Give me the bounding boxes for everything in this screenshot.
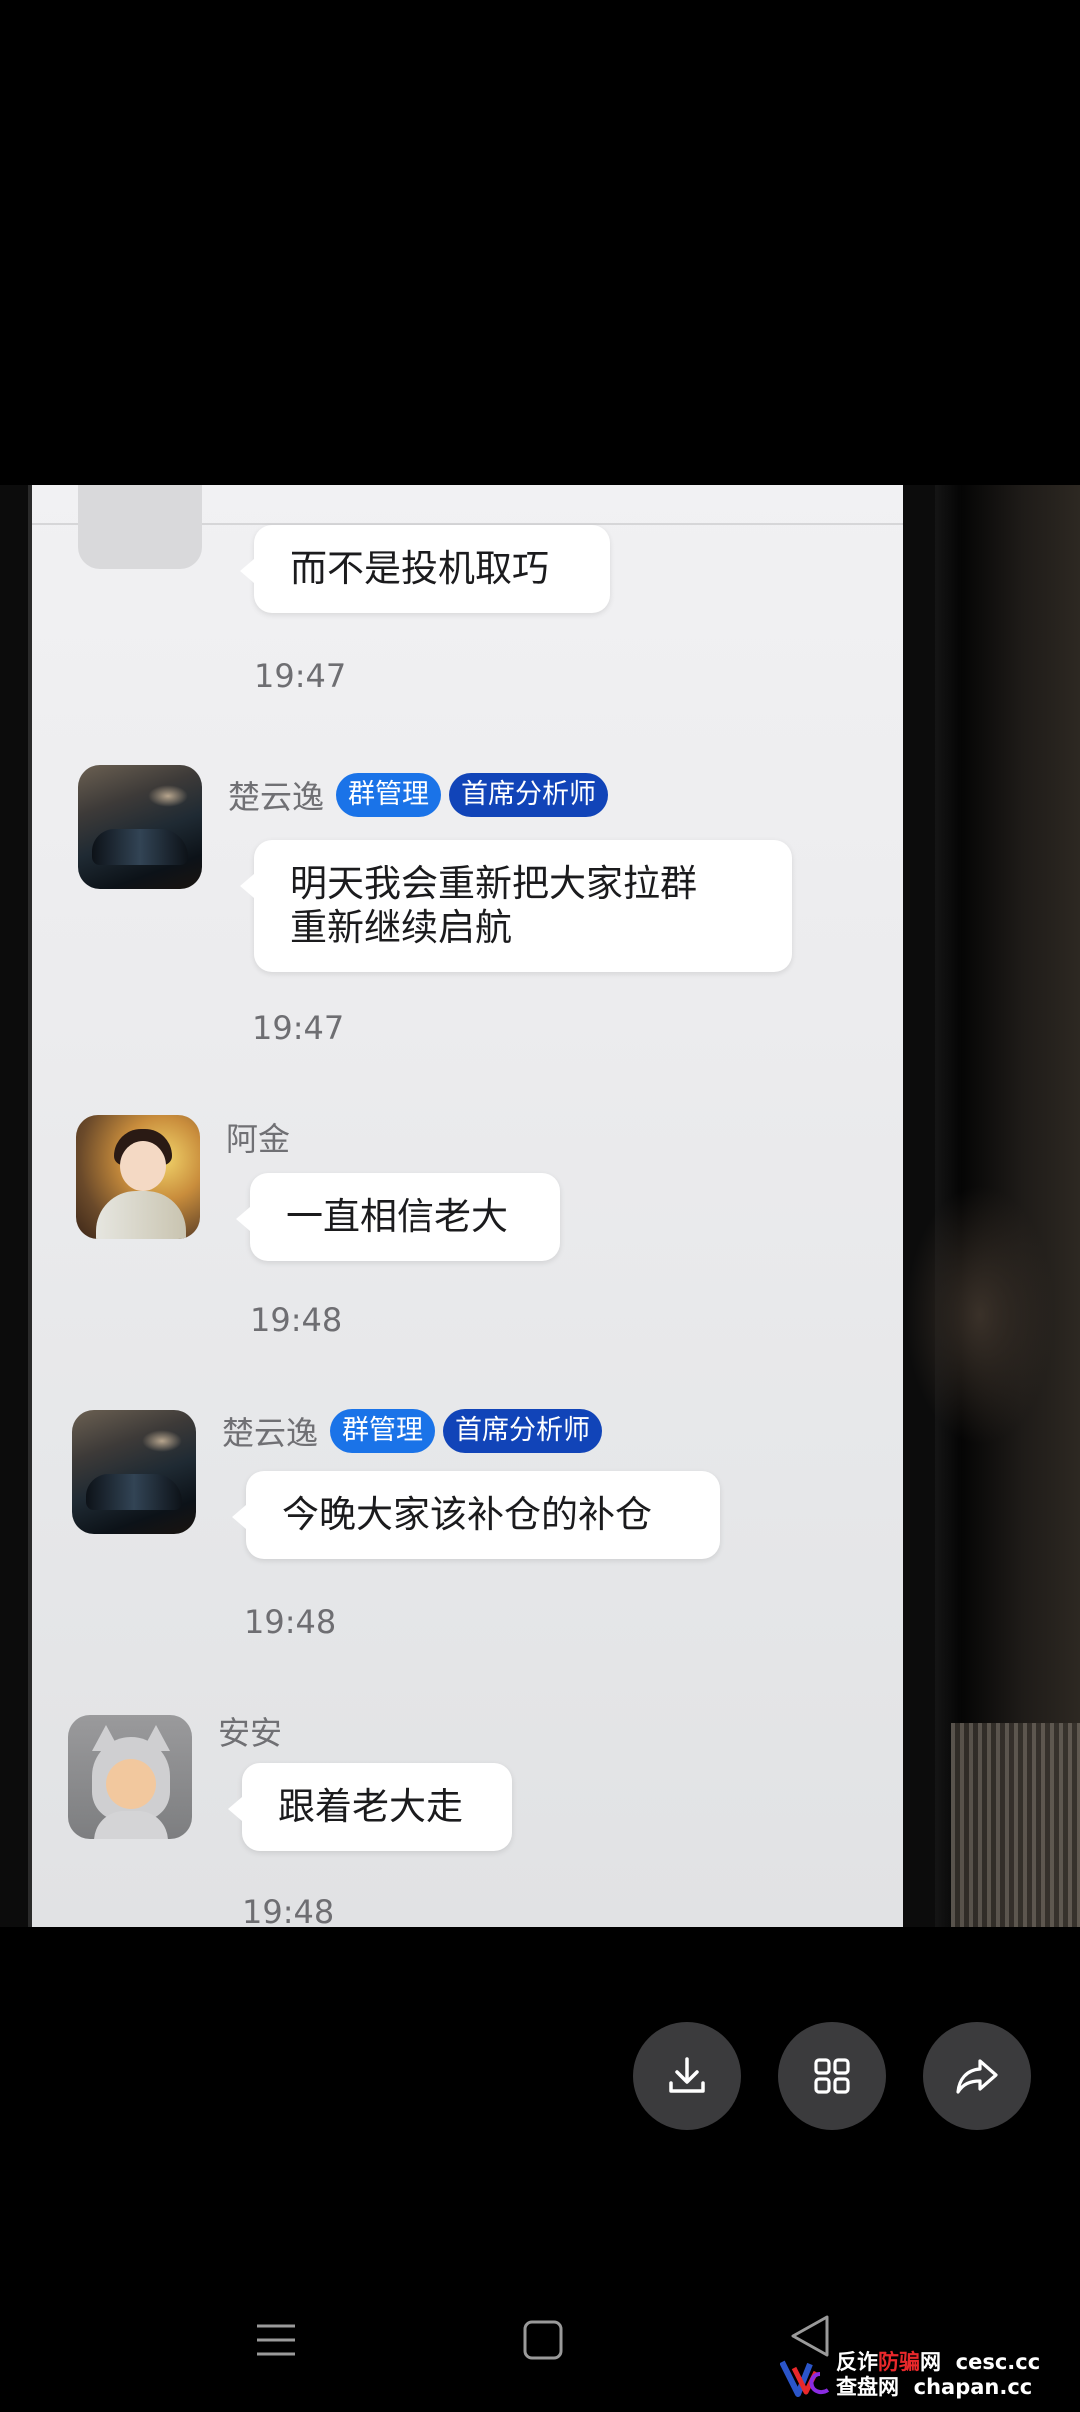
download-icon xyxy=(669,2057,705,2093)
role-badge-admin: 群管理 xyxy=(336,773,442,817)
girl-avatar xyxy=(76,1115,200,1239)
sender-name: 楚云逸 xyxy=(228,778,325,816)
sender-row: 楚云逸 群管理 首席分析师 xyxy=(222,1407,603,1455)
avatar-detail xyxy=(106,1759,156,1809)
message-time: 19:48 xyxy=(244,1603,337,1641)
photo-viewer-image: 而不是投机取巧 19:47 楚云逸 群管理 首席分析师 明天我会重新把大家拉群 … xyxy=(0,485,1080,1927)
download-button[interactable] xyxy=(633,2022,741,2130)
message-time: 19:47 xyxy=(254,657,347,695)
message-line: 一直相信老大 xyxy=(286,1195,508,1238)
role-badge-analyst: 首席分析师 xyxy=(449,773,609,817)
avatar-detail xyxy=(142,1430,182,1452)
avatar-detail xyxy=(86,1474,182,1510)
menu-icon xyxy=(257,2324,295,2356)
share-icon xyxy=(956,2059,998,2094)
sender-row: 安安 xyxy=(218,1707,286,1755)
cat-hood-avatar xyxy=(68,1715,192,1839)
watermark: 反诈防骗网 cesc.cc 查盘网 chapan.cc xyxy=(780,2350,1080,2405)
nav-menu-button[interactable] xyxy=(246,2310,306,2370)
avatar-detail xyxy=(96,1191,186,1239)
car-avatar xyxy=(72,1410,196,1534)
message-bubble: 而不是投机取巧 xyxy=(240,525,610,613)
role-badge-admin: 群管理 xyxy=(330,1409,436,1453)
message-time: 19:47 xyxy=(252,1009,345,1047)
message-bubble: 今晚大家该补仓的补仓 xyxy=(232,1471,720,1559)
message-line: 而不是投机取巧 xyxy=(290,547,549,590)
background-vent xyxy=(951,1723,1080,1927)
share-button[interactable] xyxy=(923,2022,1031,2130)
watermark-text: 网 xyxy=(920,2350,941,2374)
message-line: 跟着老大走 xyxy=(278,1785,463,1828)
avatar-detail xyxy=(148,785,188,807)
watermark-logo-icon xyxy=(780,2360,830,2397)
grid-icon xyxy=(814,2058,850,2094)
message-line: 明天我会重新把大家拉群 xyxy=(290,862,697,905)
sender-name: 安安 xyxy=(218,1714,283,1752)
car-avatar xyxy=(78,765,202,889)
message-time: 19:48 xyxy=(242,1893,335,1927)
partial-avatar xyxy=(78,485,202,569)
watermark-url: chapan.cc xyxy=(913,2375,1033,2399)
avatar-detail xyxy=(92,829,188,865)
message-bubble: 跟着老大走 xyxy=(228,1763,512,1851)
background-glow xyxy=(905,1185,1055,1445)
avatar-detail xyxy=(120,1141,166,1191)
watermark-url: cesc.cc xyxy=(955,2350,1041,2374)
sender-row: 楚云逸 群管理 首席分析师 xyxy=(228,771,609,819)
message-line: 重新继续启航 xyxy=(290,906,512,949)
message-time: 19:48 xyxy=(250,1301,343,1339)
message-line: 今晚大家该补仓的补仓 xyxy=(282,1493,652,1536)
sender-name: 阿金 xyxy=(226,1120,291,1158)
message-bubble: 明天我会重新把大家拉群 重新继续启航 xyxy=(240,840,792,972)
watermark-text: 查盘网 xyxy=(836,2375,899,2399)
more-apps-button[interactable] xyxy=(778,2022,886,2130)
watermark-text: 反诈防骗网 cesc.cc 查盘网 chapan.cc xyxy=(836,2350,1040,2400)
role-badge-analyst: 首席分析师 xyxy=(443,1409,603,1453)
home-icon xyxy=(523,2320,563,2360)
chat-screen: 而不是投机取巧 19:47 楚云逸 群管理 首席分析师 明天我会重新把大家拉群 … xyxy=(28,485,903,1927)
sender-name: 楚云逸 xyxy=(222,1414,319,1452)
nav-home-button[interactable] xyxy=(513,2310,573,2370)
background-scenery xyxy=(905,485,1080,1927)
watermark-text: 反诈 xyxy=(836,2350,878,2374)
sender-row: 阿金 xyxy=(226,1113,294,1161)
message-bubble: 一直相信老大 xyxy=(236,1173,560,1261)
watermark-text: 防骗 xyxy=(878,2350,920,2374)
